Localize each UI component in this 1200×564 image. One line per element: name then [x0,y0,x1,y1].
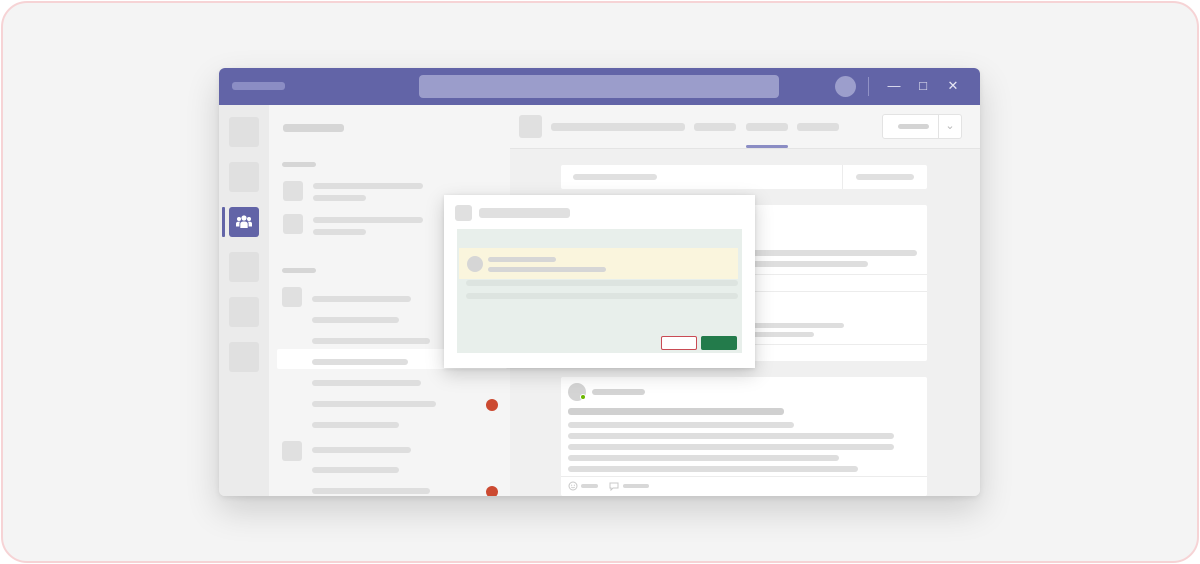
team-avatar[interactable] [283,181,303,201]
post-line [568,444,894,450]
channel-item[interactable] [312,296,411,302]
dialog-title-placeholder [479,208,570,218]
split-button-label [898,124,929,129]
channel-item[interactable] [312,317,399,323]
author-name[interactable] [592,389,645,395]
list-item-subtext [313,195,366,201]
minimize-icon[interactable]: — [885,77,903,95]
channel-title-placeholder [551,123,685,131]
card-field[interactable] [466,293,738,299]
channel-item[interactable] [312,422,399,428]
title-bar: — □ ✕ [219,68,980,105]
submit-button[interactable] [701,336,737,350]
rail-item-6[interactable] [229,342,259,372]
active-tab-indicator [746,145,788,148]
tab-posts[interactable] [694,123,736,131]
user-avatar[interactable] [835,76,856,97]
channel-avatar [519,115,542,138]
post-subject [568,408,784,415]
post-line [751,250,917,256]
panel-title-placeholder [283,124,344,132]
meet-split-button[interactable]: ⌄ [882,114,962,139]
channel-item-label [312,359,408,365]
channel-item[interactable] [312,338,430,344]
reply-count [623,484,649,488]
presence-available-icon [580,394,586,400]
notification-dot [486,399,498,411]
post-line [568,455,839,461]
list-item-text[interactable] [313,183,423,189]
post-divider [561,476,927,477]
split-button-divider [938,115,939,138]
reaction-count [581,484,598,488]
reply-icon[interactable] [609,481,619,491]
close-icon[interactable]: ✕ [944,77,962,95]
section-header-placeholder [282,162,316,167]
maximize-icon[interactable]: □ [914,77,932,95]
rail-item-5[interactable] [229,297,259,327]
section-header-placeholder [282,268,316,273]
card-field[interactable] [466,280,738,286]
search-box[interactable] [419,75,779,98]
post-line [568,433,894,439]
teams-icon [236,215,252,228]
reaction-icon[interactable] [568,481,578,491]
channel-item[interactable] [312,401,436,407]
rail-item-1[interactable] [229,117,259,147]
sender-avatar [467,256,483,272]
team-avatar[interactable] [282,441,302,461]
post-line [568,466,858,472]
team-avatar[interactable] [282,287,302,307]
title-bar-divider [868,77,869,96]
dialog-app-icon [455,205,472,221]
message-preview [488,267,606,272]
channel-item[interactable] [312,467,399,473]
post-line [568,422,794,428]
post-line [751,261,868,267]
rail-item-2[interactable] [229,162,259,192]
notification-dot [486,486,498,496]
channel-info-strip [561,165,927,189]
reply-line [751,323,844,328]
channel-item[interactable] [312,447,411,453]
adaptive-card-dialog [444,195,755,368]
list-item-text[interactable] [313,217,423,223]
cancel-button[interactable] [661,336,697,350]
info-strip-divider [842,165,843,189]
channel-item[interactable] [312,488,430,494]
post-card [561,377,927,496]
list-item-subtext [313,229,366,235]
rail-active-indicator [222,207,225,237]
channel-item[interactable] [312,380,421,386]
chevron-down-icon[interactable]: ⌄ [940,117,960,135]
tab-wiki[interactable] [797,123,839,131]
rail-item-teams[interactable] [229,207,259,237]
rail-item-4[interactable] [229,252,259,282]
app-rail [219,105,269,496]
sender-name [488,257,556,262]
highlighted-message [459,248,738,279]
app-title-placeholder [232,82,285,90]
team-avatar[interactable] [283,214,303,234]
dialog-card-body [457,229,742,353]
tab-files[interactable] [746,123,788,131]
info-strip-action[interactable] [856,174,914,180]
info-strip-text [573,174,657,180]
channel-header: ⌄ [510,105,980,149]
reply-line [751,332,814,337]
